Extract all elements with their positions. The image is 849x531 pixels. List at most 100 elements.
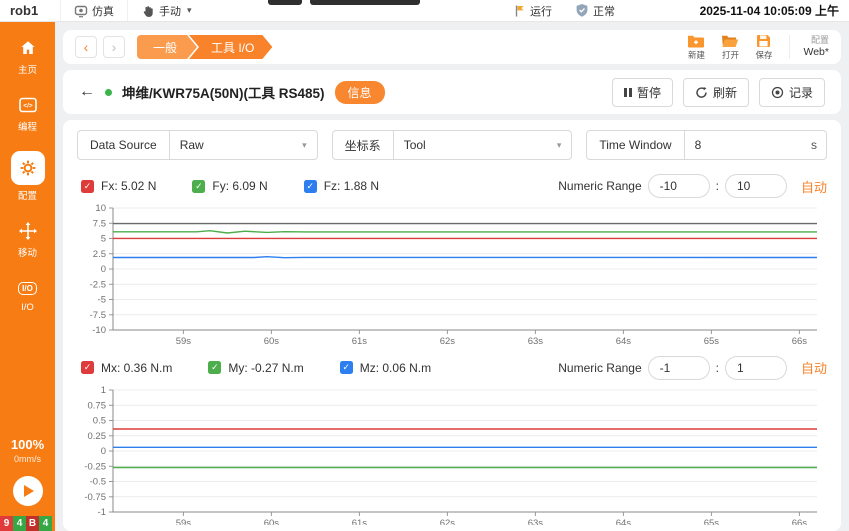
checkbox-fx[interactable]: ✓ [81, 180, 94, 193]
new-file-label: 新建 [688, 49, 705, 61]
torque-range-min-input[interactable] [648, 356, 710, 380]
indicator-badge[interactable]: B [26, 516, 39, 531]
indicator-badge[interactable]: 9 [0, 516, 13, 531]
speed-control[interactable]: 100% 0mm/s [11, 437, 44, 464]
mode-dropdown[interactable]: 手动 ▾ [127, 0, 205, 21]
checkbox-my[interactable]: ✓ [208, 361, 221, 374]
time-window-label: Time Window [587, 131, 684, 159]
force-chart[interactable]: 107.552.50-2.5-5-7.5-1059s60s61s62s63s64… [77, 202, 825, 344]
coordinate-label: 坐标系 [333, 131, 394, 159]
legend-fz[interactable]: ✓ Fz: 1.88 N [304, 179, 379, 193]
checkbox-fz[interactable]: ✓ [304, 180, 317, 193]
breadcrumb-tabs: 一般 工具 I/O [137, 35, 272, 59]
force-auto-button[interactable]: 自动 [801, 177, 827, 196]
main-area: ‹ › 一般 工具 I/O 新建 打开 [55, 22, 849, 531]
legend-fx[interactable]: ✓ Fx: 5.02 N [81, 179, 156, 193]
legend-my[interactable]: ✓ My: -0.27 N.m [208, 361, 303, 375]
range-separator: : [716, 179, 719, 193]
back-arrow-button[interactable]: ← [79, 84, 95, 100]
time-window-input[interactable] [685, 131, 802, 159]
svg-text:60s: 60s [264, 518, 280, 526]
svg-text:0.5: 0.5 [93, 415, 106, 426]
torque-auto-button[interactable]: 自动 [801, 358, 827, 377]
svg-text:0: 0 [101, 264, 106, 275]
torque-chart[interactable]: 10.750.50.250-0.25-0.5-0.75-159s60s61s62… [77, 384, 825, 526]
tab-general[interactable]: 一般 [137, 35, 197, 59]
sidebar-item-program[interactable]: </> 编程 [0, 87, 55, 140]
config-small-label: 配置 [804, 35, 830, 46]
refresh-label: 刷新 [713, 84, 737, 101]
pause-button[interactable]: 暂停 [612, 78, 673, 107]
new-file-button[interactable]: 新建 [687, 34, 705, 61]
check-icon: ✓ [306, 182, 314, 191]
checkbox-fy[interactable]: ✓ [192, 180, 205, 193]
svg-text:5: 5 [101, 234, 106, 245]
sidebar-item-home[interactable]: 主页 [0, 30, 55, 83]
simulation-toggle[interactable]: 仿真 [60, 0, 127, 21]
indicator-badge[interactable]: 4 [13, 516, 26, 531]
svg-text:62s: 62s [440, 336, 456, 344]
record-icon [771, 86, 784, 99]
check-icon: ✓ [211, 363, 219, 372]
coordinate-select[interactable]: Tool ▾ [394, 131, 572, 159]
pause-icon [624, 88, 632, 97]
force-range-group: Numeric Range : 自动 [558, 174, 827, 198]
open-file-button[interactable]: 打开 [721, 34, 739, 61]
data-source-label: Data Source [78, 131, 170, 159]
nav-back-button[interactable]: ‹ [75, 36, 97, 58]
online-dot-icon [105, 89, 112, 96]
sidebar-item-move[interactable]: 移动 [0, 213, 55, 266]
legend-mz[interactable]: ✓ Mz: 0.06 N.m [340, 361, 431, 375]
top-dark-tabs [268, 0, 420, 5]
time-window-group: Time Window s [586, 130, 827, 160]
sidebar-item-config[interactable]: 配置 [0, 144, 55, 209]
play-button[interactable] [13, 476, 43, 506]
legend-fy-label: Fy: 6.09 N [212, 179, 267, 193]
refresh-icon [695, 86, 708, 99]
force-range-max-input[interactable] [725, 174, 787, 198]
svg-text:65s: 65s [704, 336, 720, 344]
legend-fy[interactable]: ✓ Fy: 6.09 N [192, 179, 267, 193]
svg-text:66s: 66s [792, 518, 808, 526]
health-status[interactable]: 正常 [562, 0, 628, 21]
tab-label: 工具 I/O [211, 39, 254, 56]
check-icon: ✓ [84, 182, 92, 191]
indicator-badge[interactable]: 4 [39, 516, 52, 531]
run-status[interactable]: 运行 [500, 0, 565, 21]
datetime: 2025-11-04 10:05:09 上午 [700, 2, 839, 19]
svg-text:</>: </> [23, 103, 33, 110]
tab-tool-io[interactable]: 工具 I/O [189, 35, 272, 59]
sidebar-item-label: 编程 [18, 119, 37, 133]
legend-fz-label: Fz: 1.88 N [324, 179, 379, 193]
torque-legend-row: ✓ Mx: 0.36 N.m ✓ My: -0.27 N.m ✓ Mz: 0.0… [77, 356, 827, 380]
legend-mx[interactable]: ✓ Mx: 0.36 N.m [81, 361, 172, 375]
svg-text:0: 0 [101, 446, 106, 457]
svg-text:65s: 65s [704, 518, 720, 526]
sidebar-item-io[interactable]: I/O I/O [0, 270, 55, 320]
data-source-select[interactable]: Raw ▾ [170, 131, 317, 159]
sidebar-item-label: 移动 [18, 245, 37, 259]
record-button[interactable]: 记录 [759, 78, 825, 107]
svg-text:64s: 64s [616, 518, 632, 526]
svg-text:0.75: 0.75 [88, 400, 107, 411]
checkbox-mx[interactable]: ✓ [81, 361, 94, 374]
nav-forward-button[interactable]: › [103, 36, 125, 58]
force-range-min-input[interactable] [648, 174, 710, 198]
device-bar: ← 坤维/KWR75A(50N)(工具 RS485) 信息 暂停 刷新 [63, 70, 841, 114]
refresh-button[interactable]: 刷新 [683, 78, 749, 107]
chevron-right-icon: › [112, 39, 117, 55]
checkbox-mz[interactable]: ✓ [340, 361, 353, 374]
svg-text:10: 10 [95, 203, 106, 214]
open-folder-icon [721, 34, 739, 48]
torque-range-max-input[interactable] [725, 356, 787, 380]
svg-text:7.5: 7.5 [93, 218, 106, 229]
save-file-button[interactable]: 保存 [755, 34, 772, 61]
svg-text:66s: 66s [792, 336, 808, 344]
coordinate-value: Tool [404, 138, 426, 152]
robot-name: rob1 [10, 3, 60, 18]
svg-text:61s: 61s [352, 518, 368, 526]
coordinate-group: 坐标系 Tool ▾ [332, 130, 573, 160]
svg-text:-2.5: -2.5 [90, 279, 106, 290]
force-legend-row: ✓ Fx: 5.02 N ✓ Fy: 6.09 N ✓ Fz: 1.88 N N… [77, 174, 827, 198]
info-button[interactable]: 信息 [335, 81, 385, 104]
